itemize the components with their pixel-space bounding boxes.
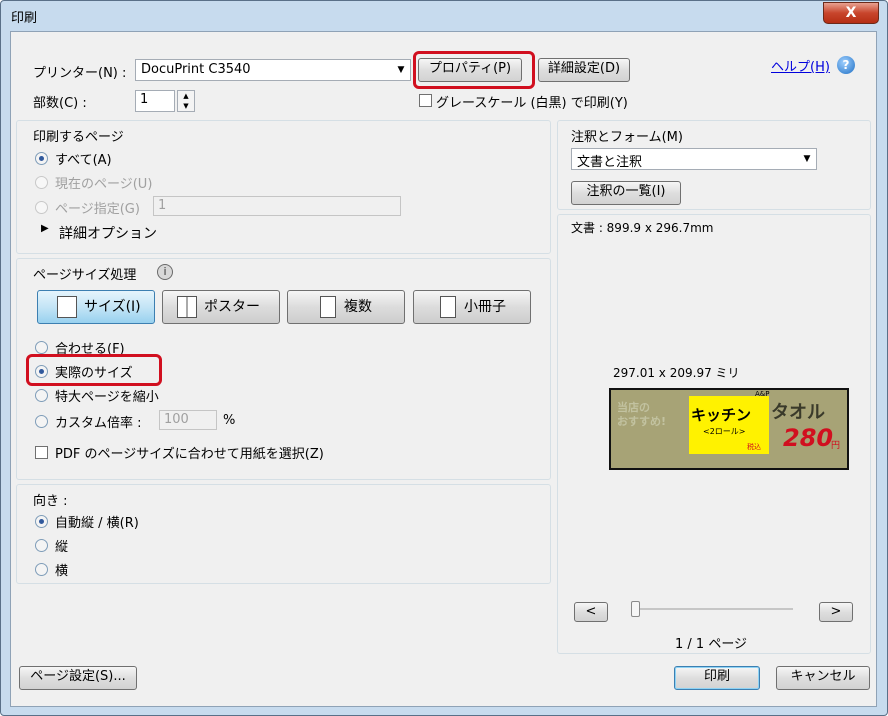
poster-button[interactable]: ポスター <box>162 290 280 324</box>
size-label: サイズ(I) <box>84 299 141 315</box>
pages-current-label: 現在のページ(U) <box>55 177 153 192</box>
print-button[interactable]: 印刷 <box>674 666 760 690</box>
spin-up-icon[interactable]: ▲ <box>178 91 194 101</box>
copies-spinner[interactable]: ▲ ▼ <box>177 90 195 112</box>
custom-scale-label: カスタム倍率 : <box>55 416 142 431</box>
spin-down-icon[interactable]: ▼ <box>178 101 194 111</box>
chevron-down-icon: ▼ <box>803 154 811 164</box>
multiple-icon <box>320 296 336 318</box>
pdf-paper-label: PDF のページサイズに合わせて用紙を選択(Z) <box>55 447 324 462</box>
printer-label: プリンター(N) : <box>33 66 127 81</box>
highlight-box <box>26 354 162 386</box>
more-options-label[interactable]: 詳細オプション <box>59 223 157 243</box>
shrink-radio[interactable] <box>35 389 48 402</box>
copies-input[interactable]: 1 <box>135 90 175 112</box>
prev-page-button[interactable]: < <box>574 602 608 622</box>
pages-range-input[interactable]: 1 <box>153 196 401 216</box>
auto-orientation-label: 自動縦 / 横(R) <box>55 516 139 531</box>
info-icon[interactable]: i <box>157 264 173 280</box>
comments-select[interactable]: 文書と注釈 ▼ <box>571 148 817 170</box>
portrait-radio[interactable] <box>35 539 48 552</box>
chevron-down-icon: ▼ <box>397 65 405 75</box>
pages-range-label: ページ指定(G) <box>55 202 140 217</box>
fit-radio[interactable] <box>35 341 48 354</box>
printer-value: DocuPrint C3540 <box>141 62 251 77</box>
poster-label: ポスター <box>204 299 260 315</box>
next-page-button[interactable]: > <box>819 602 853 622</box>
booklet-label: 小冊子 <box>464 299 506 315</box>
expand-triangle-icon[interactable]: ▶ <box>41 223 49 234</box>
preview-kitchen: キッチン <box>691 406 752 424</box>
page-setup-button[interactable]: ページ設定(S)... <box>19 666 137 690</box>
printer-select[interactable]: DocuPrint C3540 ▼ <box>135 59 411 81</box>
booklet-icon <box>440 296 456 318</box>
comments-value: 文書と注釈 <box>577 155 643 170</box>
custom-scale-input[interactable]: 100 <box>159 410 217 430</box>
preview-text-line: おすすめ! <box>617 415 667 428</box>
pages-current-radio[interactable] <box>35 176 48 189</box>
preview-text-line: 当店の <box>617 401 650 414</box>
page-slider-thumb[interactable] <box>631 601 640 617</box>
dialog-body: プリンター(N) : DocuPrint C3540 ▼ プロパティ(P) 詳細… <box>10 31 877 707</box>
pages-all-radio[interactable] <box>35 152 48 165</box>
landscape-radio[interactable] <box>35 563 48 576</box>
landscape-label: 横 <box>55 564 69 579</box>
preview-kitchen-sub: <2ロール> <box>703 427 746 436</box>
multiple-label: 複数 <box>344 299 372 315</box>
shrink-label: 特大ページを縮小 <box>55 390 159 405</box>
preview-image: 当店の おすすめ! キッチン <2ロール> 税込 A&P タオル 280 円 <box>609 388 849 470</box>
pages-all-label: すべて(A) <box>55 153 112 168</box>
window-title: 印刷 <box>11 11 38 26</box>
preview-yen: 円 <box>831 441 841 451</box>
preview-tax: 税込 <box>747 443 761 451</box>
comments-label: 注釈とフォーム(M) <box>571 130 683 145</box>
size-icon <box>57 296 77 318</box>
paper-size: 297.01 x 209.97 ミリ <box>613 366 740 380</box>
sizing-heading: ページサイズ処理 <box>33 268 137 283</box>
custom-scale-radio[interactable] <box>35 415 48 428</box>
print-dialog: 印刷 X プリンター(N) : DocuPrint C3540 ▼ プロパティ(… <box>0 0 888 716</box>
portrait-label: 縦 <box>55 540 69 555</box>
size-button[interactable]: サイズ(I) <box>37 290 155 324</box>
multiple-button[interactable]: 複数 <box>287 290 405 324</box>
document-size: 文書 : 899.9 x 296.7mm <box>571 221 714 235</box>
kitchen-box: キッチン <2ロール> 税込 <box>689 396 769 454</box>
poster-icon <box>177 296 197 318</box>
page-info: 1 / 1 ページ <box>675 637 748 652</box>
pages-heading: 印刷するページ <box>33 130 124 145</box>
preview-towel: タオル <box>771 402 825 423</box>
help-link[interactable]: ヘルプ(H) <box>771 56 830 75</box>
comments-summary-button[interactable]: 注釈の一覧(I) <box>571 181 681 205</box>
auto-orientation-radio[interactable] <box>35 515 48 528</box>
grayscale-checkbox[interactable] <box>419 94 432 107</box>
cancel-button[interactable]: キャンセル <box>776 666 870 690</box>
pages-range-radio[interactable] <box>35 201 48 214</box>
preview-small: A&P <box>755 390 770 398</box>
pdf-paper-checkbox[interactable] <box>35 446 48 459</box>
booklet-button[interactable]: 小冊子 <box>413 290 531 324</box>
close-button[interactable]: X <box>823 2 879 24</box>
percent-label: % <box>223 413 236 428</box>
page-slider-track[interactable] <box>633 608 793 610</box>
copies-label: 部数(C) : <box>33 96 87 111</box>
help-icon[interactable]: ? <box>837 56 855 74</box>
advanced-button[interactable]: 詳細設定(D) <box>538 58 630 82</box>
preview-text-left: 当店の おすすめ! <box>617 401 666 429</box>
preview-price: 280 <box>783 424 834 452</box>
grayscale-label: グレースケール (白黒) で印刷(Y) <box>436 96 628 111</box>
orientation-panel <box>16 484 551 584</box>
title-bar: 印刷 X <box>1 1 887 31</box>
highlight-box <box>413 51 535 89</box>
orientation-heading: 向き : <box>33 494 68 509</box>
